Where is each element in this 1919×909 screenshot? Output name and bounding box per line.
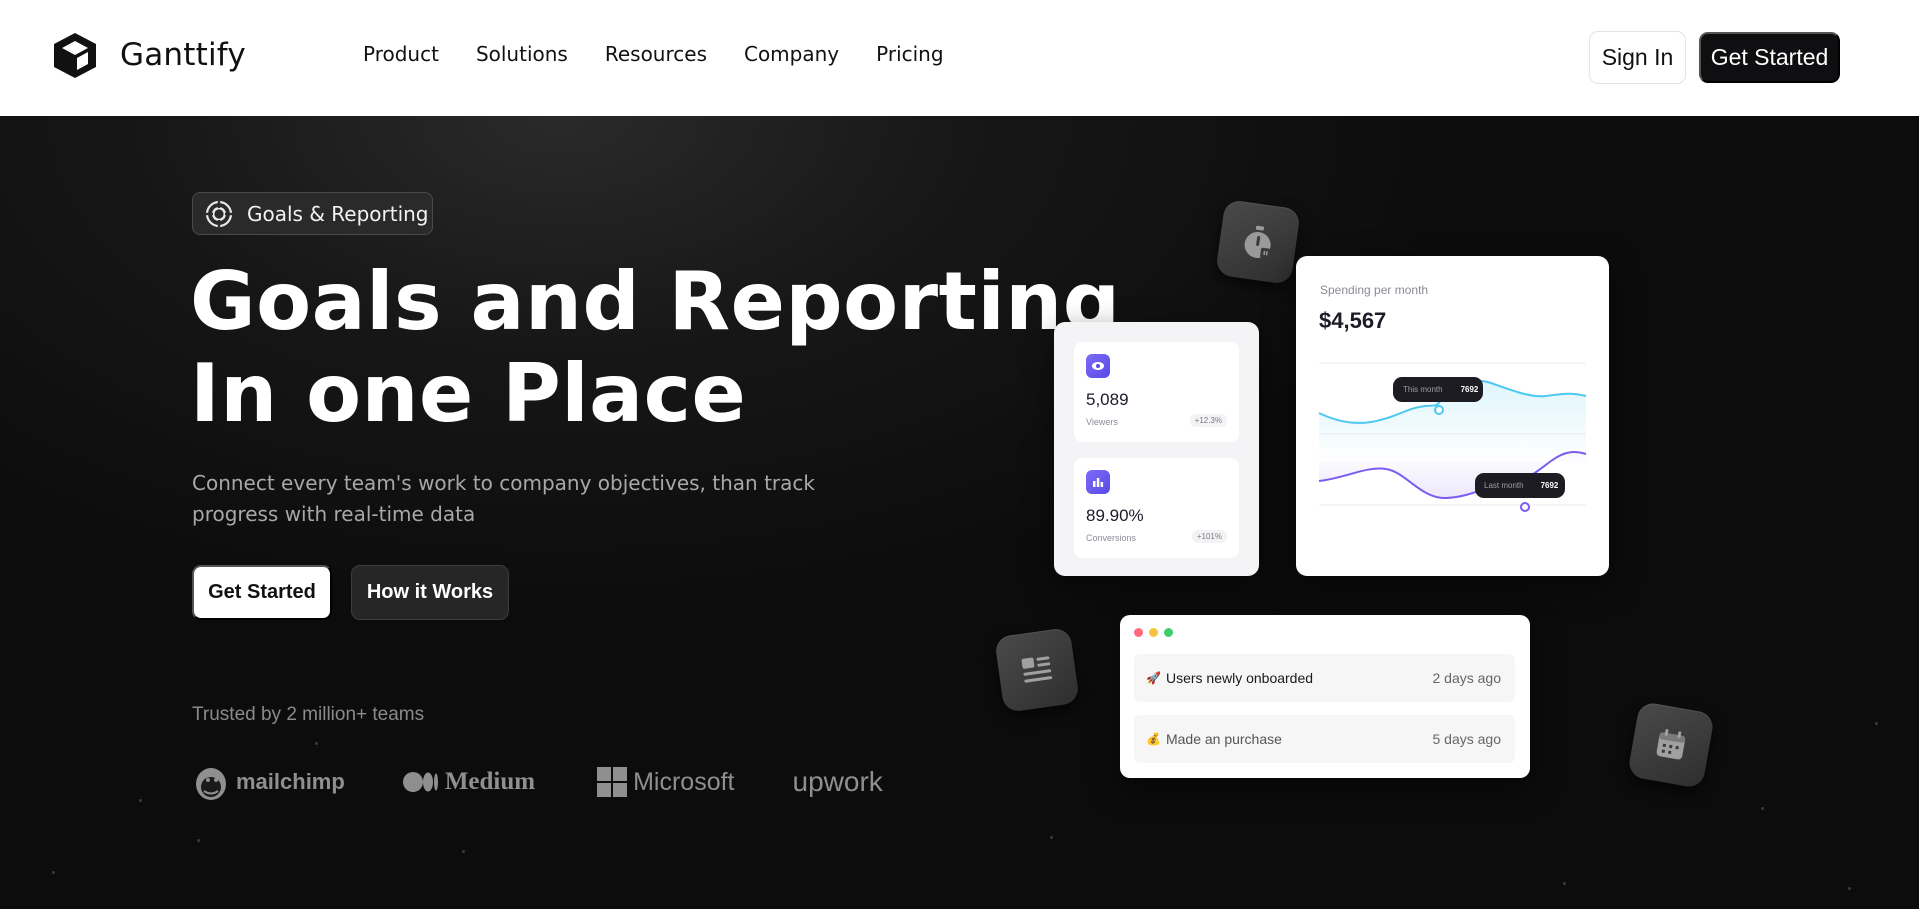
mailchimp-logo: mailchimp [192,762,345,802]
medium-wordmark: Medium [444,768,536,795]
activity-time: 5 days ago [1432,731,1502,747]
activity-row: 💰 Made an purchase 5 days ago [1134,715,1515,763]
top-navbar: Ganttify Product Solutions Resources Com… [0,0,1919,116]
partner-logos: mailchimp Medium Microsoft upwork [192,762,939,802]
sign-in-button[interactable]: Sign In [1589,31,1686,84]
spending-card: Spending per month $4,567 This month 769… [1296,256,1609,576]
hero-get-started-button[interactable]: Get Started [192,565,332,620]
bar-chart-icon [1086,470,1110,494]
microsoft-logo: Microsoft [597,767,735,797]
last-month-marker [1520,502,1530,512]
stat-change-badge: +12.3% [1189,414,1227,427]
window-controls [1134,628,1173,637]
tooltip-value: 7692 [1540,481,1559,490]
hero-section: Goals & Reporting Goals and Reporting In… [0,116,1919,909]
how-it-works-button[interactable]: How it Works [351,565,509,620]
background-star [1761,807,1764,810]
tooltip-label: Last month [1484,481,1524,490]
hero-headline: Goals and Reporting In one Place [190,256,1120,440]
close-dot [1134,628,1143,637]
calendar-tile [1626,700,1716,790]
background-star [1563,882,1566,885]
nav-link-resources[interactable]: Resources [605,42,707,66]
mailchimp-monkey-icon [196,768,226,800]
nav-get-started-button[interactable]: Get Started [1699,32,1840,83]
spending-line-chart [1318,362,1587,512]
activity-time: 2 days ago [1432,670,1502,686]
medium-dots-icon [402,772,438,792]
stopwatch-icon [1244,225,1271,259]
background-star [462,850,465,853]
document-tile [994,627,1080,713]
background-star [1050,836,1053,839]
medium-logo: Medium [402,768,536,796]
brand-logo[interactable]: Ganttify [50,30,246,80]
main-nav: Product Solutions Resources Company Pric… [363,42,981,66]
background-star [1875,722,1878,725]
background-star [139,799,142,802]
money-bag-icon: 💰 [1146,732,1161,746]
tooltip-value: 7692 [1460,385,1479,394]
last-month-tooltip: Last month 7692 [1475,473,1565,498]
this-month-tooltip: This month 7692 [1393,377,1483,402]
microsoft-wordmark: Microsoft [633,767,735,796]
stat-value: 89.90% [1086,506,1144,525]
stat-label: Conversions [1086,533,1137,543]
activity-text: Users newly onboarded [1165,670,1314,686]
document-icon [1021,656,1053,683]
brand-name: Ganttify [120,37,246,73]
hero-headline-line-2: In one Place [190,347,747,440]
category-badge-label: Goals & Reporting [247,201,429,226]
activity-card: 🚀 Users newly onboarded 2 days ago 💰 Mad… [1120,615,1530,778]
background-star [315,742,318,745]
background-star [52,871,55,874]
activity-row: 🚀 Users newly onboarded 2 days ago [1134,654,1515,702]
minimize-dot [1149,628,1158,637]
stat-conversions: 89.90% Conversions +101% [1074,458,1239,558]
eye-icon [1086,354,1110,378]
hero-subtext: Connect every team's work to company obj… [192,471,815,526]
nav-link-product[interactable]: Product [363,42,439,66]
stats-card: 5,089 Viewers +12.3% 89.90% Conversions … [1054,322,1259,576]
background-star [197,839,200,842]
stopwatch-tile [1215,199,1301,285]
stat-label: Viewers [1086,417,1118,427]
stat-viewers: 5,089 Viewers +12.3% [1074,342,1239,442]
background-star [1848,887,1851,890]
nav-link-pricing[interactable]: Pricing [876,42,943,66]
hero-headline-line-1: Goals and Reporting [190,255,1121,348]
microsoft-windows-icon [597,767,628,797]
mailchimp-wordmark: mailchimp [236,769,345,794]
tooltip-label: This month [1403,385,1443,394]
category-badge: Goals & Reporting [192,192,433,235]
activity-text: Made an purchase [1165,731,1282,747]
calendar-icon [1656,729,1686,760]
stat-value: 5,089 [1086,390,1129,409]
this-month-marker [1434,405,1444,415]
trusted-by-text: Trusted by 2 million+ teams [192,704,425,725]
nav-link-solutions[interactable]: Solutions [476,42,568,66]
rocket-icon: 🚀 [1146,671,1161,685]
maximize-dot [1164,628,1173,637]
upwork-wordmark: upwork [792,766,883,797]
upwork-logo: upwork [793,766,883,798]
crosshair-icon [205,200,233,227]
stat-change-badge: +101% [1191,530,1227,543]
cube-logo-icon [54,33,96,78]
nav-link-company[interactable]: Company [744,42,839,66]
